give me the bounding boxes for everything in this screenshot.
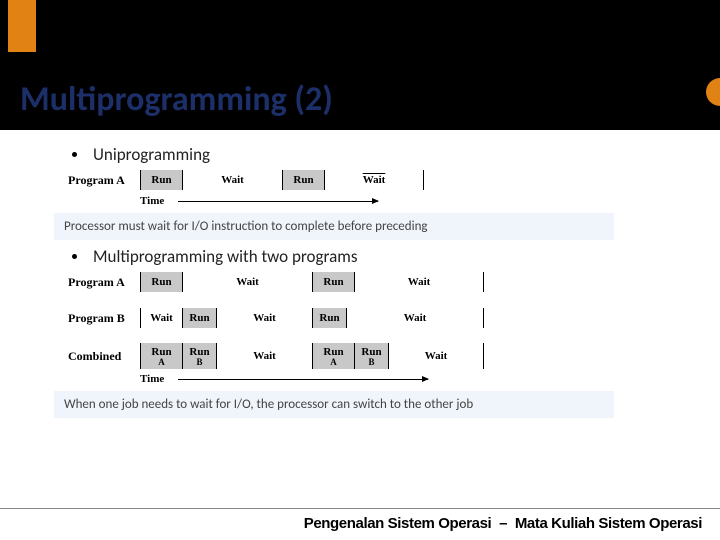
slide-title: Multiprogramming (2) xyxy=(20,79,333,120)
multi-time-axis: Time xyxy=(140,373,680,385)
segment-wait: Wait xyxy=(216,308,312,328)
segment-run: Run xyxy=(312,308,346,328)
time-label: Time xyxy=(140,195,164,207)
segment-wait: Wait xyxy=(140,308,182,328)
multi-timeline: Program A Run Wait Run Wait Program B Wa… xyxy=(68,271,680,385)
multi-b-label: Program B xyxy=(68,311,140,326)
uni-time-axis: Time xyxy=(140,195,680,207)
segment-wait: Wait xyxy=(182,170,282,190)
arrow-icon xyxy=(178,379,428,380)
segment-run: Run xyxy=(140,272,182,292)
segment-run: Run xyxy=(182,308,216,328)
footer-course-topic: Pengenalan Sistem Operasi xyxy=(304,515,492,532)
accent-dot xyxy=(706,78,720,106)
footer-course-name: Mata Kuliah Sistem Operasi xyxy=(515,515,702,532)
accent-tab xyxy=(8,0,36,52)
slide-footer: Pengenalan Sistem Operasi – Mata Kuliah … xyxy=(0,508,720,540)
uni-heading: Uniprogramming xyxy=(93,144,210,165)
segment-wait: Wait xyxy=(354,272,484,292)
multi-c-label: Combined xyxy=(68,349,140,364)
multi-note: When one job needs to wait for I/O, the … xyxy=(54,391,614,418)
segment-run: Run xyxy=(282,170,324,190)
segment-run-b: RunB xyxy=(354,343,388,369)
segment-wait: Wait xyxy=(388,343,484,369)
segment-wait: Wait xyxy=(324,170,424,190)
bullet-icon xyxy=(72,254,77,259)
multi-heading: Multiprogramming with two programs xyxy=(93,246,357,267)
uni-heading-row: Uniprogramming xyxy=(66,144,680,165)
uni-note: Processor must wait for I/O instruction … xyxy=(54,213,614,240)
segment-run-a: RunA xyxy=(140,343,182,369)
segment-wait: Wait xyxy=(182,272,312,292)
slide-header: Multiprogramming (2) xyxy=(0,0,720,130)
segment-run: Run xyxy=(140,170,182,190)
segment-run-b: RunB xyxy=(182,343,216,369)
multi-heading-row: Multiprogramming with two programs xyxy=(66,246,680,267)
arrow-icon xyxy=(178,201,378,202)
segment-wait: Wait xyxy=(346,308,484,328)
uni-timeline: Program A Run Wait Run Wait Time xyxy=(68,169,680,207)
uni-program-label: Program A xyxy=(68,173,140,188)
multi-a-label: Program A xyxy=(68,275,140,290)
slide-content: Uniprogramming Program A Run Wait Run Wa… xyxy=(0,130,720,418)
time-label: Time xyxy=(140,373,164,385)
segment-wait: Wait xyxy=(216,343,312,369)
segment-run-a: RunA xyxy=(312,343,354,369)
segment-run: Run xyxy=(312,272,354,292)
bullet-icon xyxy=(72,152,77,157)
footer-separator: – xyxy=(499,515,507,532)
